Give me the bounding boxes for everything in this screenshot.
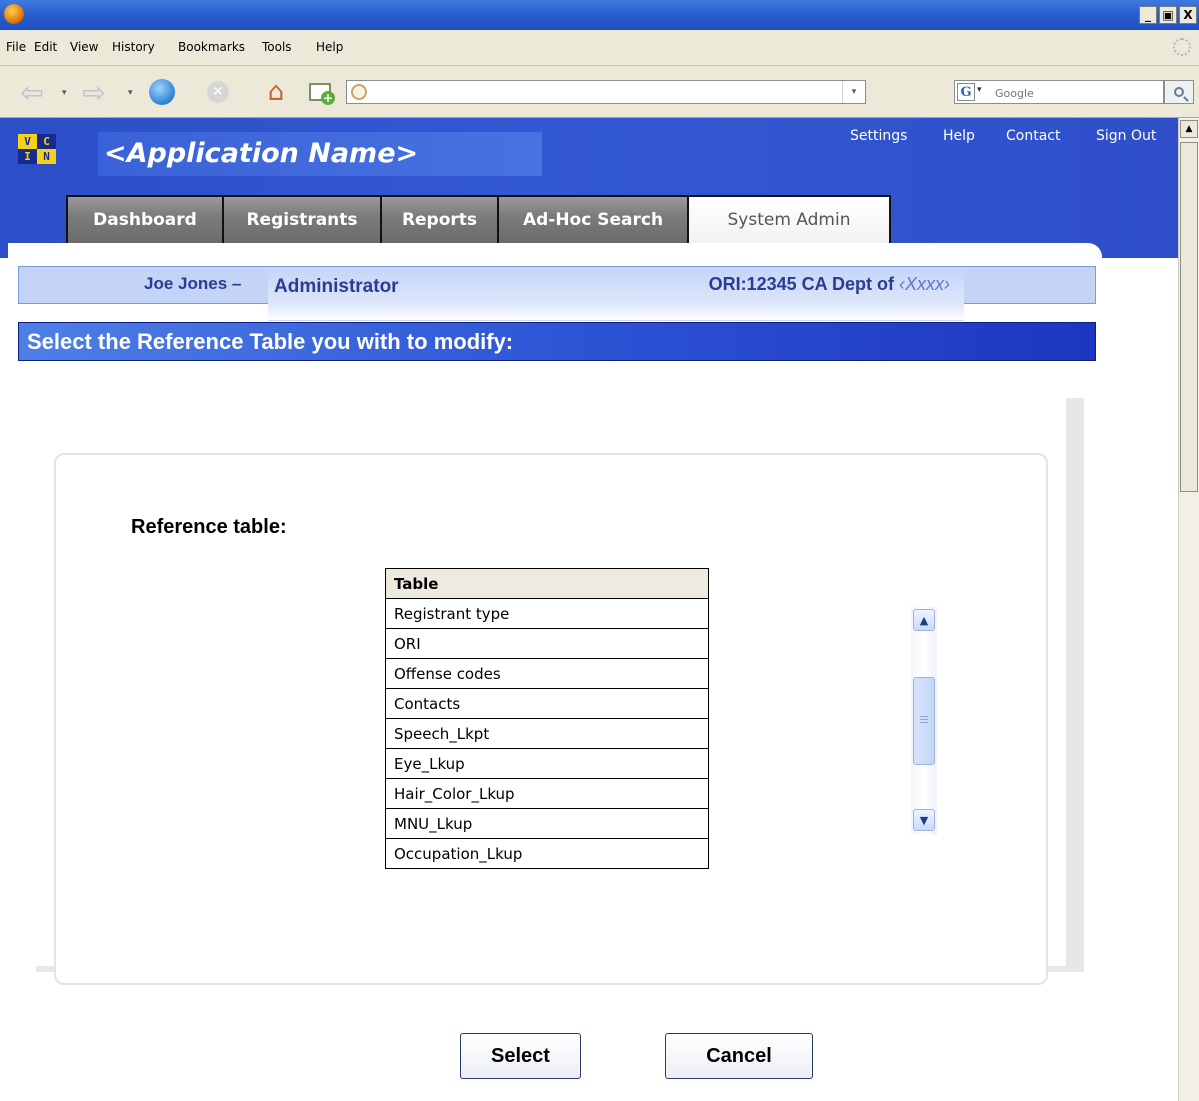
url-history-dropdown-icon[interactable]: ▾ xyxy=(842,81,865,103)
reference-table: Table Registrant type ORI Offense codes … xyxy=(385,568,709,869)
reload-icon[interactable] xyxy=(148,78,176,106)
scrollbar-thumb[interactable] xyxy=(913,677,935,765)
ori-prefix: ORI:12345 CA Dept of xyxy=(708,274,899,294)
grip-icon xyxy=(920,716,928,724)
logo-letter-v: V xyxy=(18,134,37,149)
table-row[interactable]: ORI xyxy=(385,628,709,659)
help-link[interactable]: Help xyxy=(943,128,975,144)
menu-view[interactable]: View xyxy=(70,40,98,54)
select-button[interactable]: Select xyxy=(460,1033,581,1079)
table-row[interactable]: Offense codes xyxy=(385,658,709,689)
url-bar[interactable]: ▾ xyxy=(346,80,866,104)
url-input[interactable] xyxy=(373,83,837,103)
page-scroll-up-icon[interactable]: ▲ xyxy=(1180,120,1198,138)
menu-help[interactable]: Help xyxy=(316,40,343,54)
section-header: Select the Reference Table you with to m… xyxy=(18,322,1096,361)
table-header-row: Table xyxy=(385,568,709,599)
table-row[interactable]: Hair_Color_Lkup xyxy=(385,778,709,809)
cancel-button[interactable]: Cancel xyxy=(665,1033,813,1079)
window-titlebar: _ ▣ X xyxy=(0,0,1199,30)
search-bar[interactable]: G ▾ xyxy=(954,80,1164,104)
page-scrollbar-thumb[interactable] xyxy=(1180,142,1198,492)
contact-link[interactable]: Contact xyxy=(1006,128,1060,144)
app-title: <Application Name> xyxy=(98,132,542,176)
throbber-icon xyxy=(1173,38,1191,56)
browser-menubar: File Edit View History Bookmarks Tools H… xyxy=(0,30,1199,66)
menu-tools[interactable]: Tools xyxy=(262,40,292,54)
new-tab-icon[interactable]: + xyxy=(306,78,335,106)
home-icon[interactable]: ⌂ xyxy=(262,77,290,107)
ori-agency-placeholder: ‹Xxxx› xyxy=(899,274,950,294)
table-cell[interactable]: Registrant type xyxy=(385,598,709,629)
back-dropdown-icon[interactable]: ▾ xyxy=(62,88,67,98)
window-controls: _ ▣ X xyxy=(1139,6,1197,24)
role-box: Administrator ORI:12345 CA Dept of ‹Xxxx… xyxy=(268,268,964,321)
forward-arrow-icon[interactable]: ⇨ xyxy=(80,76,108,109)
table-cell[interactable]: ORI xyxy=(385,628,709,659)
logo-letter-c: C xyxy=(37,134,56,149)
ori-info: ORI:12345 CA Dept of ‹Xxxx› xyxy=(709,274,950,295)
table-cell[interactable]: Hair_Color_Lkup xyxy=(385,778,709,809)
google-engine-icon[interactable]: G xyxy=(957,83,975,101)
tab-registrants[interactable]: Registrants xyxy=(222,195,380,243)
user-role: Administrator xyxy=(274,276,399,297)
maximize-button[interactable]: ▣ xyxy=(1159,6,1177,24)
user-name: Joe Jones – xyxy=(144,274,242,293)
firefox-icon xyxy=(4,4,24,24)
column-header-table: Table xyxy=(385,568,709,599)
settings-link[interactable]: Settings xyxy=(850,128,907,144)
table-row[interactable]: Occupation_Lkup xyxy=(385,838,709,869)
table-cell[interactable]: Offense codes xyxy=(385,658,709,689)
table-row[interactable]: Contacts xyxy=(385,688,709,719)
sign-out-link[interactable]: Sign Out xyxy=(1096,128,1156,144)
tab-reports[interactable]: Reports xyxy=(380,195,497,243)
app-logo: V C I N xyxy=(18,134,56,164)
search-go-button[interactable] xyxy=(1164,80,1194,104)
table-row[interactable]: Registrant type xyxy=(385,598,709,629)
forward-dropdown-icon[interactable]: ▾ xyxy=(128,88,133,98)
tab-system-admin[interactable]: System Admin xyxy=(687,195,891,243)
main-tabs: Dashboard Registrants Reports Ad-Hoc Sea… xyxy=(66,195,891,243)
table-cell[interactable]: Speech_Lkpt xyxy=(385,718,709,749)
menu-bookmarks[interactable]: Bookmarks xyxy=(178,40,245,54)
tab-dashboard[interactable]: Dashboard xyxy=(66,195,222,243)
close-button[interactable]: X xyxy=(1179,6,1197,24)
table-row[interactable]: Eye_Lkup xyxy=(385,748,709,779)
back-arrow-icon[interactable]: ⇦ xyxy=(18,76,46,109)
menu-file[interactable]: File xyxy=(6,40,26,54)
magnifier-icon xyxy=(1174,87,1184,97)
engine-dropdown-icon[interactable]: ▾ xyxy=(977,85,982,95)
scroll-down-icon[interactable]: ▼ xyxy=(913,809,935,831)
table-cell[interactable]: Eye_Lkup xyxy=(385,748,709,779)
page-scrollbar[interactable]: ▲ xyxy=(1178,118,1199,1101)
logo-letter-i: I xyxy=(18,149,37,164)
menu-edit[interactable]: Edit xyxy=(34,40,57,54)
reference-table-label: Reference table: xyxy=(131,516,287,538)
logo-letter-n: N xyxy=(37,149,56,164)
table-row[interactable]: MNU_Lkup xyxy=(385,808,709,839)
table-scrollbar[interactable]: ▲ ▼ xyxy=(911,607,937,835)
scroll-up-icon[interactable]: ▲ xyxy=(913,609,935,631)
stop-icon[interactable]: ✕ xyxy=(204,78,232,106)
menu-history[interactable]: History xyxy=(112,40,155,54)
search-input[interactable] xyxy=(993,83,1157,103)
tab-ad-hoc-search[interactable]: Ad-Hoc Search xyxy=(497,195,687,243)
site-globe-icon xyxy=(351,84,367,100)
minimize-button[interactable]: _ xyxy=(1139,6,1157,24)
table-cell[interactable]: Contacts xyxy=(385,688,709,719)
table-row[interactable]: Speech_Lkpt xyxy=(385,718,709,749)
table-cell[interactable]: MNU_Lkup xyxy=(385,808,709,839)
table-cell[interactable]: Occupation_Lkup xyxy=(385,838,709,869)
